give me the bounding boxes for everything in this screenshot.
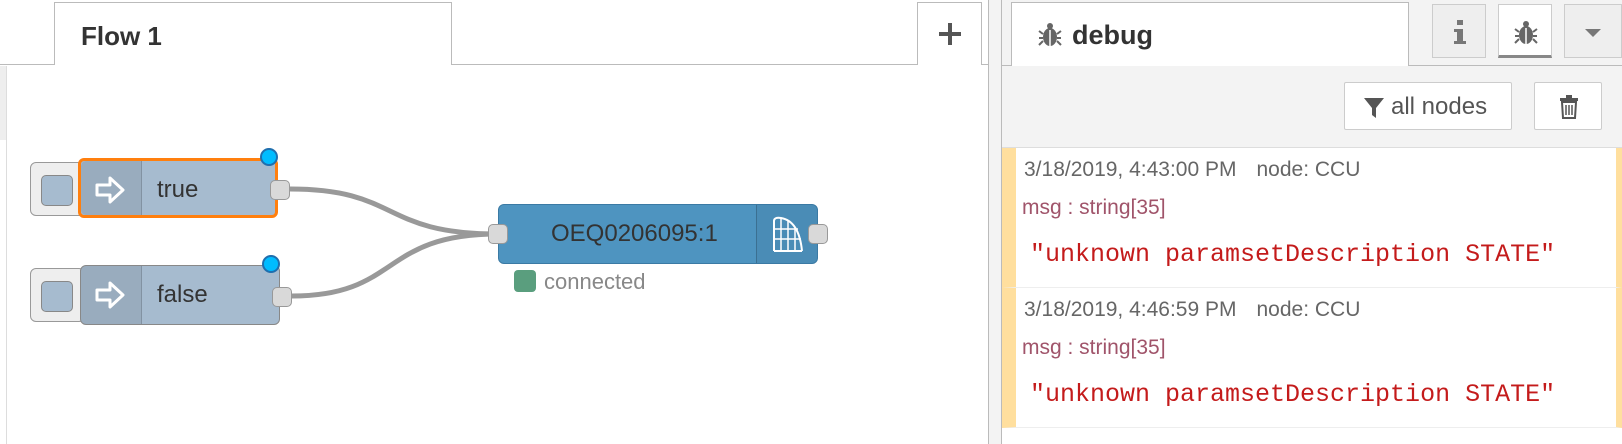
tab-label: debug <box>1072 20 1153 50</box>
message-meta: 3/18/2019, 4:43:00 PM node: CCU <box>1024 158 1360 182</box>
message-node[interactable]: node: CCU <box>1257 298 1361 321</box>
info-icon <box>1454 20 1466 44</box>
info-tab-button[interactable] <box>1432 4 1486 58</box>
debug-message[interactable]: 3/18/2019, 4:43:00 PM node: CCU msg : str… <box>1002 148 1622 288</box>
wire-false-to-ccu[interactable] <box>291 231 499 299</box>
filter-nodes-button[interactable]: all nodes <box>1344 82 1512 130</box>
output-port-true[interactable] <box>270 180 290 200</box>
node-label: true <box>157 176 199 203</box>
sidebar: debug all nodes 3/18/2019, 4:43:00 PM no… <box>1002 0 1622 444</box>
inject-trigger-square <box>41 281 73 312</box>
output-port-ccu[interactable] <box>808 224 828 244</box>
inject-node-false[interactable]: false <box>80 265 280 325</box>
node-label: false <box>157 281 208 308</box>
inject-icon-area <box>81 161 142 215</box>
input-port-ccu[interactable] <box>488 224 508 244</box>
filter-icon <box>1364 98 1384 118</box>
changed-indicator-true <box>260 148 278 166</box>
debug-message[interactable]: 3/18/2019, 4:46:59 PM node: CCU msg : str… <box>1002 288 1622 428</box>
sidebar-splitter[interactable] <box>988 0 1002 444</box>
inject-trigger-button-true[interactable] <box>30 162 85 216</box>
clear-messages-button[interactable] <box>1534 82 1602 130</box>
inject-icon-area <box>81 266 142 324</box>
wire-true-to-ccu[interactable] <box>289 186 499 237</box>
bug-icon <box>1038 23 1062 46</box>
message-timestamp: 3/18/2019, 4:46:59 PM <box>1024 298 1237 321</box>
message-payload: "unknown paramsetDescription STATE" <box>1030 380 1556 409</box>
debug-message-list: 3/18/2019, 4:43:00 PM node: CCU msg : str… <box>1002 148 1622 444</box>
changed-indicator-false <box>262 255 280 273</box>
node-label: OEQ0206095:1 <box>551 220 718 247</box>
inject-trigger-button-false[interactable] <box>30 268 85 322</box>
message-topic: msg : string[35] <box>1022 196 1166 219</box>
arrow-in-icon <box>95 281 125 309</box>
sidebar-menu-button[interactable] <box>1564 4 1622 58</box>
arrow-in-icon <box>95 176 125 204</box>
debug-tab-button[interactable] <box>1498 4 1552 58</box>
message-meta: 3/18/2019, 4:46:59 PM node: CCU <box>1024 298 1360 322</box>
sidebar-tab-bar: debug <box>1002 0 1622 66</box>
status-text: connected <box>544 269 646 294</box>
inject-trigger-square <box>41 175 73 206</box>
status-indicator <box>514 270 536 292</box>
flow-workspace: Flow 1 true false OEQ0206095:1 connected <box>0 0 988 444</box>
bug-icon <box>1514 21 1538 44</box>
tab-debug[interactable]: debug <box>1011 2 1409 66</box>
message-topic: msg : string[35] <box>1022 336 1166 359</box>
message-timestamp: 3/18/2019, 4:43:00 PM <box>1024 158 1237 181</box>
caret-down-icon <box>1585 29 1601 37</box>
wires-layer <box>289 186 499 299</box>
filter-label: all nodes <box>1391 93 1488 120</box>
message-node[interactable]: node: CCU <box>1257 158 1361 181</box>
debug-toolbar: all nodes <box>1002 66 1622 148</box>
message-payload: "unknown paramsetDescription STATE" <box>1030 240 1556 269</box>
inject-node-true[interactable]: true <box>78 158 278 218</box>
output-port-false[interactable] <box>272 287 292 307</box>
trash-icon <box>1560 95 1578 119</box>
ccu-icon <box>773 216 803 252</box>
ccu-node[interactable]: OEQ0206095:1 <box>498 204 818 264</box>
